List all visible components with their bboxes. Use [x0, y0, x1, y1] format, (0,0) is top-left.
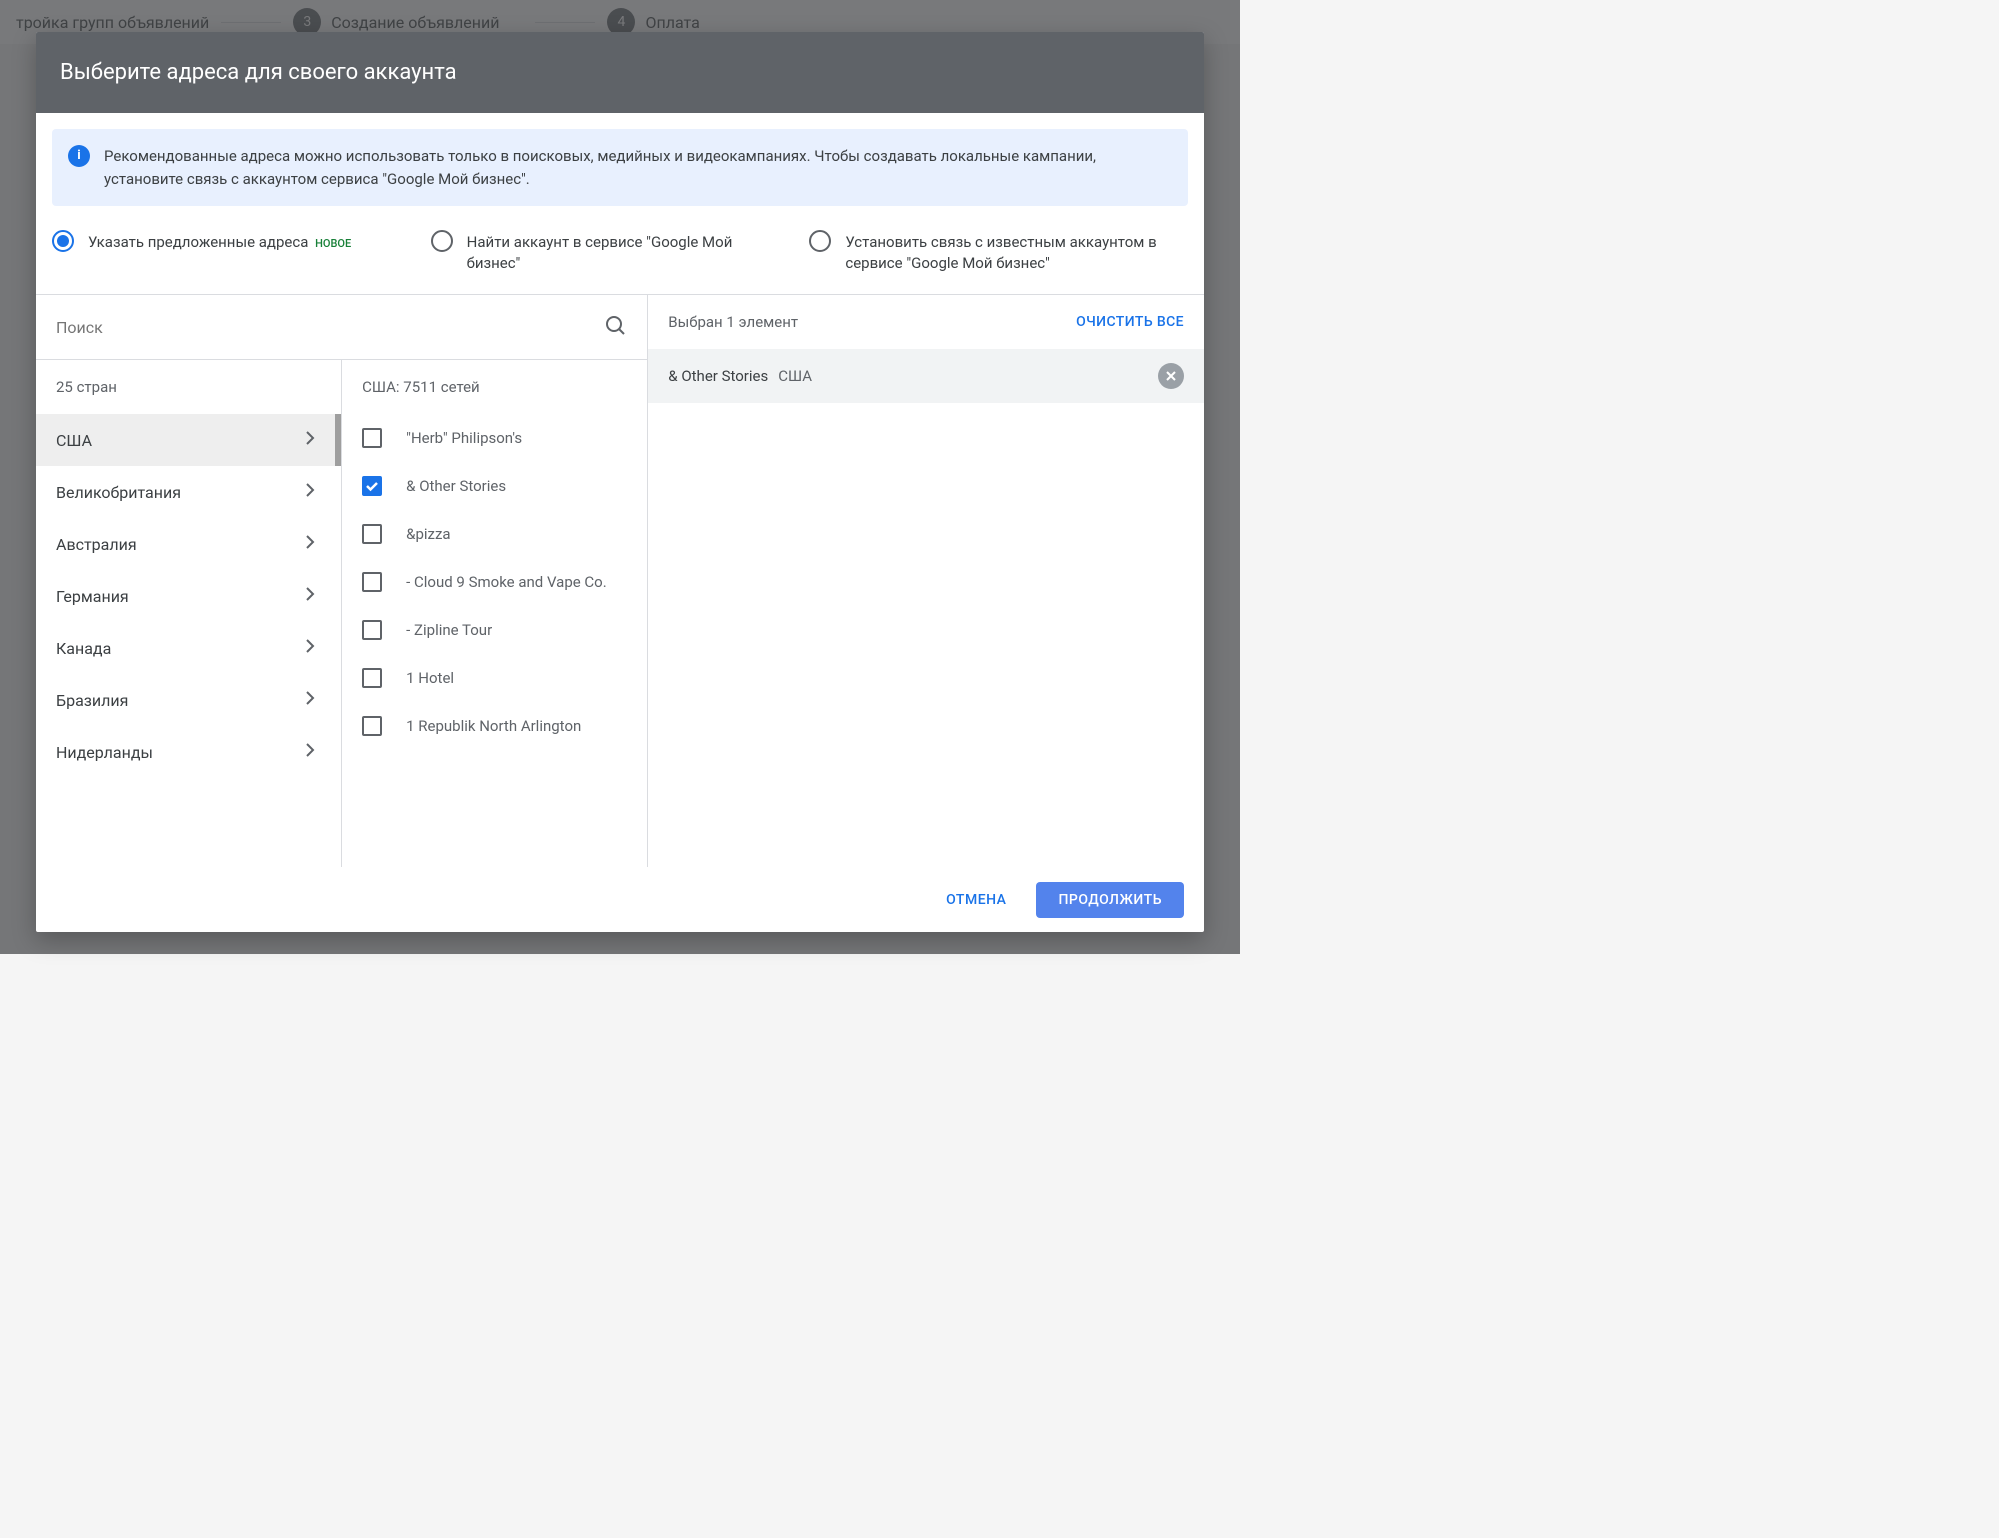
- selected-count: Выбран 1 элемент: [668, 313, 798, 331]
- chevron-right-icon: [305, 430, 315, 450]
- networks-header: США: 7511 сетей: [342, 360, 647, 414]
- info-icon: i: [68, 145, 90, 167]
- remove-chip-button[interactable]: [1158, 363, 1184, 389]
- selected-chips: & Other Stories США: [648, 349, 1204, 403]
- country-name: Бразилия: [56, 691, 128, 710]
- chevron-right-icon: [305, 534, 315, 554]
- cancel-button[interactable]: ОТМЕНА: [924, 882, 1028, 918]
- radio-group: Указать предложенные адреса НОВОЕ Найти …: [36, 222, 1204, 294]
- search-row: [36, 295, 647, 360]
- network-item[interactable]: - Zipline Tour: [342, 606, 647, 654]
- radio-option-0[interactable]: Указать предложенные адреса НОВОЕ: [52, 230, 403, 274]
- country-item[interactable]: США: [36, 414, 341, 466]
- selected-header: Выбран 1 элемент ОЧИСТИТЬ ВСЕ: [648, 295, 1204, 349]
- network-item[interactable]: & Other Stories: [342, 462, 647, 510]
- chevron-right-icon: [305, 482, 315, 502]
- networks-list[interactable]: "Herb" Philipson's & Other Stories &pizz…: [342, 414, 647, 867]
- checkbox-icon: [362, 668, 382, 688]
- country-item[interactable]: Германия: [36, 570, 341, 622]
- radio-label: Установить связь с известным аккаунтом в…: [845, 230, 1160, 274]
- chevron-right-icon: [305, 638, 315, 658]
- radio-icon: [52, 230, 74, 252]
- network-name: 1 Republik North Arlington: [406, 717, 581, 735]
- network-item[interactable]: - Cloud 9 Smoke and Vape Co.: [342, 558, 647, 606]
- network-name: - Zipline Tour: [406, 621, 492, 639]
- country-item[interactable]: Австралия: [36, 518, 341, 570]
- selected-chip: & Other Stories США: [648, 349, 1204, 403]
- radio-icon: [809, 230, 831, 252]
- country-name: Нидерланды: [56, 743, 153, 762]
- networks-column: США: 7511 сетей "Herb" Philipson's & Oth…: [342, 360, 647, 867]
- country-name: Австралия: [56, 535, 137, 554]
- country-name: Канада: [56, 639, 111, 658]
- network-name: "Herb" Philipson's: [406, 429, 522, 447]
- country-item[interactable]: Бразилия: [36, 674, 341, 726]
- country-item[interactable]: Канада: [36, 622, 341, 674]
- chip-name: & Other Stories: [668, 367, 768, 385]
- clear-all-button[interactable]: ОЧИСТИТЬ ВСЕ: [1076, 314, 1184, 330]
- network-item[interactable]: 1 Hotel: [342, 654, 647, 702]
- chevron-right-icon: [305, 586, 315, 606]
- country-name: Великобритания: [56, 483, 181, 502]
- network-name: & Other Stories: [406, 477, 506, 495]
- radio-icon: [431, 230, 453, 252]
- browse-column: 25 стран США Великобритания Австралия Ге…: [36, 295, 648, 867]
- countries-column: 25 стран США Великобритания Австралия Ге…: [36, 360, 342, 867]
- selected-column: Выбран 1 элемент ОЧИСТИТЬ ВСЕ & Other St…: [648, 295, 1204, 867]
- new-badge: НОВОЕ: [312, 237, 351, 250]
- network-item[interactable]: "Herb" Philipson's: [342, 414, 647, 462]
- picker-body: 25 стран США Великобритания Австралия Ге…: [36, 294, 1204, 867]
- country-name: США: [56, 431, 92, 450]
- country-name: Германия: [56, 587, 129, 606]
- address-picker-dialog: Выберите адреса для своего аккаунта i Ре…: [36, 32, 1204, 932]
- country-item[interactable]: Великобритания: [36, 466, 341, 518]
- radio-label: Указать предложенные адреса НОВОЕ: [88, 230, 351, 253]
- continue-button[interactable]: ПРОДОЛЖИТЬ: [1036, 882, 1184, 918]
- chevron-right-icon: [305, 742, 315, 762]
- network-name: 1 Hotel: [406, 669, 454, 687]
- countries-header: 25 стран: [36, 360, 341, 414]
- browse-subcolumns: 25 стран США Великобритания Австралия Ге…: [36, 360, 647, 867]
- radio-option-2[interactable]: Установить связь с известным аккаунтом в…: [809, 230, 1160, 274]
- info-banner: i Рекомендованные адреса можно использов…: [52, 129, 1188, 206]
- checkbox-icon: [362, 428, 382, 448]
- dialog-footer: ОТМЕНА ПРОДОЛЖИТЬ: [36, 867, 1204, 932]
- chevron-right-icon: [305, 690, 315, 710]
- radio-label: Найти аккаунт в сервисе "Google Мой бизн…: [467, 230, 782, 274]
- checkbox-icon: [362, 524, 382, 544]
- checkbox-icon: [362, 476, 382, 496]
- checkbox-icon: [362, 572, 382, 592]
- search-input[interactable]: [56, 318, 603, 337]
- countries-list[interactable]: США Великобритания Австралия Германия Ка…: [36, 414, 341, 867]
- network-item[interactable]: 1 Republik North Arlington: [342, 702, 647, 750]
- dialog-title: Выберите адреса для своего аккаунта: [36, 32, 1204, 113]
- checkbox-icon: [362, 716, 382, 736]
- radio-option-1[interactable]: Найти аккаунт в сервисе "Google Мой бизн…: [431, 230, 782, 274]
- network-name: &pizza: [406, 525, 450, 543]
- country-item[interactable]: Нидерланды: [36, 726, 341, 778]
- search-icon[interactable]: [603, 313, 627, 341]
- network-name: - Cloud 9 Smoke and Vape Co.: [406, 573, 607, 591]
- checkbox-icon: [362, 620, 382, 640]
- chip-country: США: [778, 367, 812, 385]
- info-text: Рекомендованные адреса можно использоват…: [104, 145, 1172, 190]
- network-item[interactable]: &pizza: [342, 510, 647, 558]
